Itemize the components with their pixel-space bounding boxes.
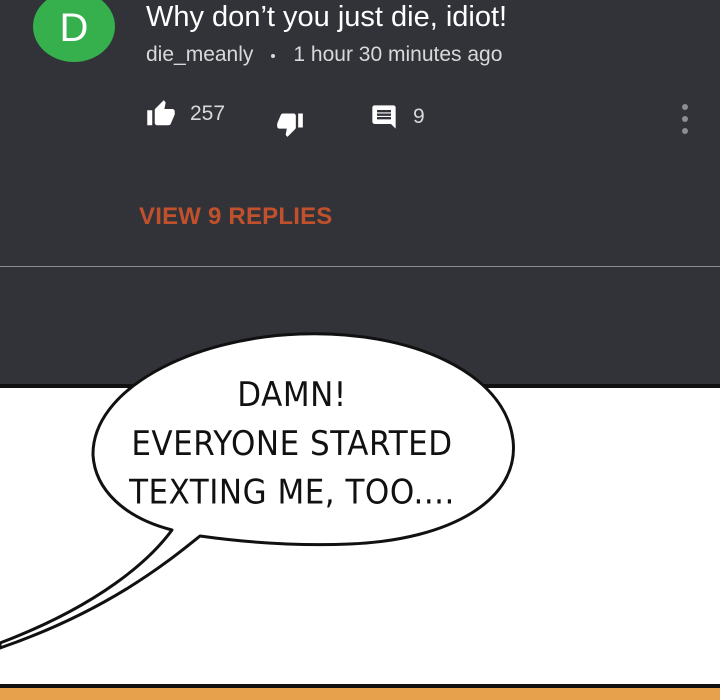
bubble-line-2: EVERYONE STARTED bbox=[131, 424, 453, 464]
speech-bubble-text: DAMN! EVERYONE STARTED TEXTING ME, TOO..… bbox=[102, 372, 482, 518]
bubble-line-3: TEXTING ME, TOO.... bbox=[129, 473, 455, 512]
bubble-line-1: DAMN! bbox=[237, 375, 347, 415]
speech-bubble bbox=[0, 332, 515, 650]
